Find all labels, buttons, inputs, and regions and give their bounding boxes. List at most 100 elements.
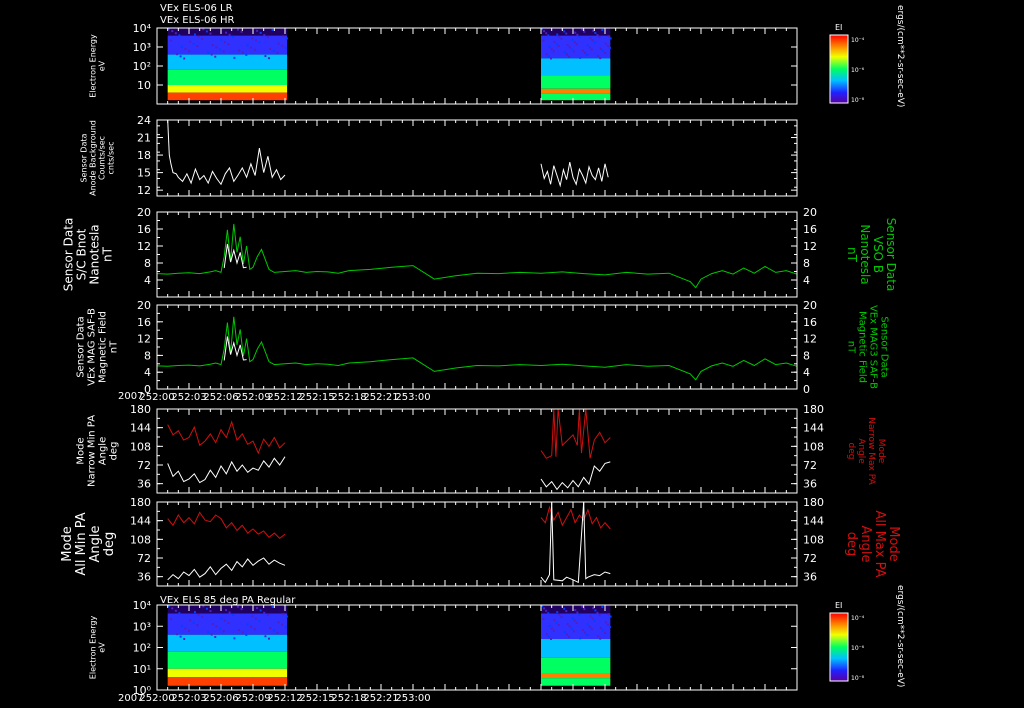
x-tick-label: 252:15	[299, 392, 334, 403]
y-tick-label: 18	[137, 149, 151, 162]
y-tick-label: 144	[130, 515, 151, 528]
y-tick-label: 10⁴	[133, 599, 152, 612]
heatmap-speckle	[594, 609, 597, 612]
y-tick-label: 15	[137, 167, 151, 180]
heatmap-speckle	[576, 33, 579, 36]
y-tick-label: 4	[144, 274, 151, 287]
colorbar-bottom: EI 10⁻⁴ 10⁻⁶ 10⁻⁸	[829, 601, 865, 682]
heatmap-speckle	[254, 617, 257, 620]
title-line-1: VEx ELS-06 LR	[160, 3, 233, 14]
heatmap-speckle	[601, 606, 604, 609]
heatmap-speckle	[606, 623, 609, 626]
y-axis-label-p6: Mode All Min PA Angle deg	[60, 512, 117, 575]
heatmap-speckle	[565, 53, 568, 56]
y-axis-label-line: VEx MAG SAF-B	[87, 308, 98, 386]
axes-frame	[156, 304, 798, 390]
heatmap-speckle	[207, 51, 210, 54]
heatmap-speckle	[586, 44, 589, 47]
heatmap-speckle	[264, 55, 267, 58]
heatmap-speckle	[553, 40, 556, 43]
heatmap-speckle	[251, 615, 254, 618]
y-axis-label-line: Nanotesla	[88, 224, 102, 284]
heatmap-speckle	[598, 614, 601, 617]
heatmap-speckle	[205, 30, 208, 33]
y-tick-label: 8	[144, 257, 151, 270]
heatmap-speckle	[263, 34, 266, 37]
right-axis-label-p5: ModeNarrow Max PAAngledeg	[846, 417, 886, 485]
heatmap-speckle	[184, 627, 187, 630]
heatmap-speckle	[550, 57, 553, 60]
y-tick-label-right: 12	[803, 333, 817, 346]
y-axis-label-line: All Min PA	[74, 512, 89, 575]
heatmap-speckle	[591, 39, 594, 42]
x-tick-label: 252:06	[203, 392, 238, 403]
heatmap-speckle	[542, 39, 545, 42]
y-tick-label: 4	[144, 366, 151, 379]
heatmap-speckle	[543, 30, 546, 33]
right-axis-label-line: Magnetic Field	[857, 311, 868, 383]
y-tick-label-right: 108	[803, 533, 824, 546]
heatmap-speckle	[176, 633, 179, 636]
heatmap-speckle	[588, 625, 591, 628]
heatmap-band	[541, 93, 611, 101]
heatmap-speckle	[236, 605, 239, 608]
heatmap-band	[541, 673, 611, 679]
heatmap-speckle	[547, 612, 550, 615]
heatmap-speckle	[171, 607, 174, 610]
heatmap-speckle	[178, 612, 181, 615]
colorbar-top-label: EI	[835, 23, 842, 32]
y-tick-label: 180	[130, 496, 151, 509]
heatmap-speckle	[197, 35, 200, 38]
series-line-p3-0	[156, 223, 798, 289]
y-axis-label-line: Anode Background	[89, 120, 98, 196]
heatmap-band	[541, 58, 611, 76]
heatmap-speckle	[187, 50, 190, 53]
y-axis-label-p2: Sensor Data Anode Background Counts/sec cnt…	[80, 120, 116, 196]
heatmap-speckle	[220, 617, 223, 620]
right-axis-label-line: Angle	[858, 526, 873, 563]
heatmap-speckle	[228, 33, 231, 36]
y-tick-label-right: 144	[803, 515, 824, 528]
heatmap-speckle	[281, 623, 284, 626]
heatmap-speckle	[211, 623, 214, 626]
right-axis-label-p4: Sensor DataVEx MAG3 SAF-BMagnetic Fieldn…	[846, 305, 890, 389]
heatmap-speckle	[246, 44, 249, 47]
heatmap-speckle	[253, 48, 256, 51]
heatmap-speckle	[228, 611, 231, 614]
heatmap-speckle	[589, 615, 592, 618]
right-axis-label-line: Mode	[886, 526, 901, 561]
heatmap-speckle	[573, 41, 576, 44]
heatmap-speckle	[555, 621, 558, 624]
heatmap-band	[541, 88, 611, 94]
y-axis-label-p1: Electron Energy eV	[89, 34, 107, 98]
heatmap-speckle	[170, 39, 173, 42]
heatmap-speckle	[256, 29, 259, 32]
heatmap-band	[167, 651, 288, 669]
heatmap-speckle	[222, 630, 225, 633]
heatmap-speckle	[271, 28, 274, 31]
heatmap-speckle	[277, 621, 280, 624]
heatmap-band	[541, 678, 611, 686]
heatmap-speckle	[196, 624, 199, 627]
heatmap-speckle	[201, 37, 204, 40]
series-line-p6-1	[167, 557, 286, 581]
heatmap-speckle	[581, 605, 584, 608]
heatmap-speckle	[245, 633, 248, 636]
heatmap-speckle	[596, 34, 599, 37]
heatmap-speckle	[568, 625, 571, 628]
heatmap-speckle	[259, 609, 262, 612]
heatmap-speckle	[609, 615, 612, 618]
heatmap-speckle	[590, 48, 593, 51]
heatmap-speckle	[574, 31, 577, 34]
y-axis-label-line: Narrow Min PA	[87, 415, 98, 487]
right-axis-label-line: Nanotesla	[858, 224, 872, 284]
heatmap-speckle	[550, 637, 553, 640]
panel-p1: 10 10² 10³ 10⁴ Electron Energy eV	[89, 22, 798, 105]
heatmap-speckle	[589, 37, 592, 40]
heatmap-speckle	[560, 37, 563, 40]
heatmap-speckle	[205, 607, 208, 610]
right-axis-label-p3: Sensor DataVSO BNanoteslanT	[845, 218, 898, 292]
heatmap-speckle	[233, 637, 236, 640]
heatmap-speckle	[258, 41, 261, 44]
y-tick-label-right: 108	[803, 440, 824, 453]
